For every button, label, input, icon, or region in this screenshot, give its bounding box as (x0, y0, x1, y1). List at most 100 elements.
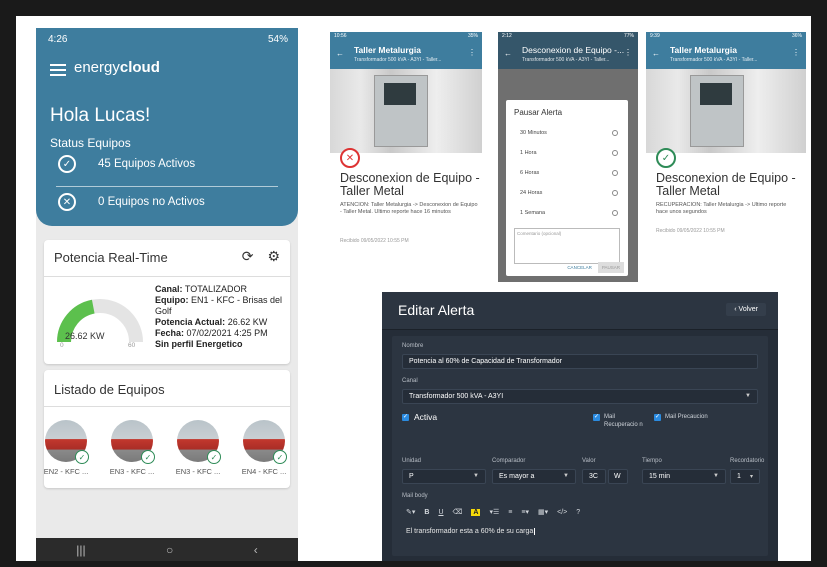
caret-down-icon: ▼ (563, 473, 569, 479)
recent-apps-icon[interactable]: ||| (76, 543, 85, 557)
back-arrow-icon[interactable]: ← (504, 49, 512, 58)
potencia-label: Potencia Actual: (155, 317, 226, 327)
gauge-value: 26.62 KW (65, 331, 105, 341)
card-divider (44, 406, 290, 407)
more-icon[interactable]: ⋮ (468, 48, 476, 57)
screenshot-collage: 4:26 54% energycloud Hola Lucas! Status … (16, 16, 811, 561)
more-icon[interactable]: ⋮ (792, 48, 800, 57)
unidad-value: P (409, 473, 414, 480)
pause-alert-screen: 2:12 77% ← Desconexion de Equipo -... Tra… (498, 32, 638, 282)
magic-wand-icon[interactable]: ✎▾ (406, 508, 415, 516)
inactive-equipment-text: 0 Equipos no Activos (98, 196, 205, 208)
power-realtime-card: Potencia Real-Time ⟳ ⚙ 26.62 KW 0 60 Cana… (44, 240, 290, 364)
hamburger-menu-icon[interactable] (50, 64, 66, 76)
caret-down-icon: ▼ (473, 473, 479, 479)
valor-input[interactable]: 3C (582, 469, 606, 484)
bold-icon[interactable]: B (424, 509, 429, 516)
nombre-input[interactable]: Potencia al 60% de Capacidad de Transfor… (402, 354, 758, 369)
active-equipment-text: 45 Equipos Activos (98, 158, 196, 170)
pause-option[interactable]: 6 Horas (520, 170, 618, 176)
activa-checkbox[interactable]: ✓ (402, 414, 409, 421)
card-divider (44, 276, 290, 277)
tiempo-select[interactable]: 15 min ▼ (642, 469, 726, 484)
status-time: 10:56 (334, 33, 347, 39)
active-equipment-row[interactable]: ✓ 45 Equipos Activos (58, 155, 195, 173)
editor-toolbar: ✎▾ B U ⌫ A ▾☰ ≡ ≡▾ ▦▾ </> ? (406, 508, 580, 516)
unidad-select[interactable]: P ▼ (402, 469, 486, 484)
mail-precaucion-label: Mail Precaucion (665, 414, 708, 420)
radio-icon[interactable] (612, 130, 618, 136)
screen-subtitle: Transformador 500 kVA - A3YI - Taller... (354, 57, 442, 63)
pause-option[interactable]: 30 Minutos (520, 130, 618, 136)
radio-icon[interactable] (612, 190, 618, 196)
nombre-label: Nombre (402, 343, 424, 349)
check-icon: ✓ (273, 450, 287, 464)
help-icon[interactable]: ? (576, 509, 580, 516)
equipment-item[interactable]: ✓ EN3 - KFC ... (172, 420, 224, 476)
text-cursor (534, 528, 536, 535)
mobile-app-screen: 4:26 54% energycloud Hola Lucas! Status … (36, 28, 298, 561)
pause-option[interactable]: 1 Hora (520, 150, 618, 156)
gear-icon[interactable]: ⚙ (267, 248, 280, 264)
back-icon[interactable]: ‹ (254, 543, 258, 557)
tiempo-label: Tiempo (642, 458, 662, 464)
alert-disconnection-screen: 10:56 35% ← Taller Metalurgia Transformad… (330, 32, 482, 266)
eraser-icon[interactable]: ⌫ (453, 508, 463, 516)
table-icon[interactable]: ▦▾ (538, 508, 548, 516)
android-nav-bar: ||| ○ ‹ (36, 538, 298, 561)
screen-subtitle: Transformador 500 kVA - A3YI - Taller... (522, 57, 610, 63)
status-title: Status Equipos (50, 136, 131, 150)
tiempo-value: 15 min (649, 473, 671, 480)
refresh-icon[interactable]: ⟳ (242, 248, 254, 264)
ordered-list-icon[interactable]: ≡ (508, 509, 512, 516)
equipment-label: EN3 - KFC ... (109, 467, 155, 476)
radio-icon[interactable] (612, 170, 618, 176)
more-icon[interactable]: ⋮ (624, 48, 632, 57)
editor-title: Editar Alerta (398, 302, 475, 318)
back-arrow-icon[interactable]: ← (652, 49, 660, 58)
canal-label: Canal (402, 378, 418, 384)
home-icon[interactable]: ○ (166, 543, 173, 557)
gauge-min: 0 (60, 342, 64, 349)
cancel-button[interactable]: CANCELAR (565, 262, 594, 273)
pause-alert-dialog: Pausar Alerta 30 Minutos 1 Hora 6 Horas … (506, 100, 628, 276)
equipment-item[interactable]: ✓ EN3 - KFC ... (106, 420, 158, 476)
option-label: 30 Minutos (520, 130, 547, 136)
option-label: 6 Horas (520, 170, 540, 176)
radio-icon[interactable] (612, 210, 618, 216)
code-view-icon[interactable]: </> (557, 509, 567, 516)
power-card-title: Potencia Real-Time (54, 250, 168, 265)
recordatorio-select[interactable]: 1 ▾ (730, 469, 760, 484)
back-button[interactable]: ‹ Volver (726, 303, 766, 316)
unordered-list-icon[interactable]: ▾☰ (489, 508, 499, 516)
align-icon[interactable]: ≡▾ (521, 508, 529, 516)
mailbody-editor[interactable]: El transformador esta a 60% de su carga (406, 528, 536, 535)
recordatorio-label: Recordatorio (730, 458, 765, 464)
radio-icon[interactable] (612, 150, 618, 156)
battery-level: 77% (623, 33, 634, 39)
comparador-select[interactable]: Es mayor a ▼ (492, 469, 576, 484)
alert-date: Recibido 09/05/2022 10:55 PM (340, 238, 409, 244)
mail-recuperacion-checkbox[interactable]: ✓ (593, 414, 600, 421)
status-time: 9:39 (650, 33, 660, 39)
canal-select[interactable]: Transformador 500 kVA - A3YI ▼ (402, 389, 758, 404)
status-bar: 9:39 36% (646, 32, 806, 41)
equipment-item[interactable]: ✓ EN4 - KFC ... (238, 420, 290, 476)
pause-option[interactable]: 1 Semana (520, 210, 618, 216)
equipment-photo: ✓ (243, 420, 287, 464)
inactive-equipment-row[interactable]: ✕ 0 Equipos no Activos (58, 193, 205, 211)
screen-title: Desconexion de Equipo -... (522, 45, 625, 55)
pause-option[interactable]: 24 Horas (520, 190, 618, 196)
app-bar: ← Taller Metalurgia Transformador 500 kV… (330, 41, 482, 69)
comment-input[interactable]: Comentario (opcional) (514, 228, 620, 264)
back-arrow-icon[interactable]: ← (336, 49, 344, 58)
equipment-item[interactable]: ✓ EN2 - KFC ... (40, 420, 92, 476)
list-title: Listado de Equipos (54, 382, 165, 397)
underline-icon[interactable]: U (438, 509, 443, 516)
energycloud-logo: energycloud (74, 59, 160, 76)
mail-precaucion-checkbox[interactable]: ✓ (654, 414, 661, 421)
check-circle-icon: ✓ (656, 148, 676, 168)
pause-button[interactable]: PAUSAR (597, 262, 624, 273)
highlight-icon[interactable]: A (471, 508, 481, 516)
x-circle-icon: ✕ (58, 193, 76, 211)
